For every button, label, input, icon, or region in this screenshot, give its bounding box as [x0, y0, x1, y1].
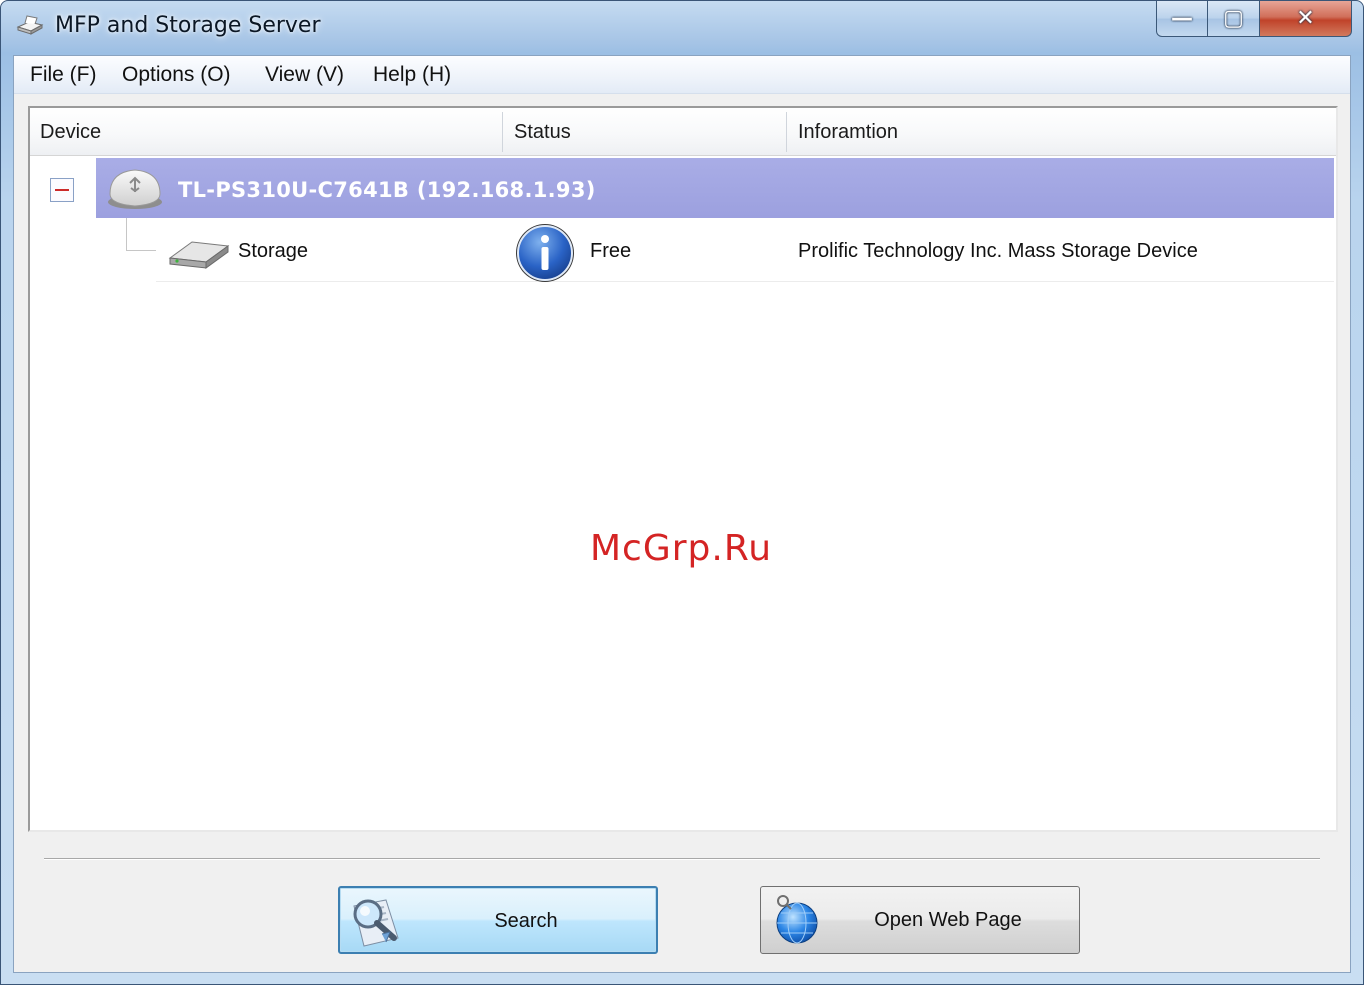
info-icon [516, 224, 574, 282]
storage-drive-icon [168, 241, 230, 269]
menu-options[interactable]: Options (O) [122, 63, 231, 87]
list-header: Device Status Inforamtion [30, 108, 1336, 156]
divider [44, 858, 1320, 860]
close-icon: ✕ [1296, 5, 1315, 31]
search-button[interactable]: Search [338, 886, 658, 954]
column-header-information[interactable]: Inforamtion [788, 108, 1334, 155]
tree-connector [126, 218, 127, 250]
globe-icon [776, 895, 818, 944]
open-web-page-label: Open Web Page [874, 909, 1022, 931]
close-button[interactable]: ✕ [1259, 1, 1352, 37]
search-magnifier-icon [353, 899, 399, 947]
column-header-status[interactable]: Status [504, 108, 788, 155]
menu-bar: File (F) Options (O) View (V) Help (H) [14, 56, 1350, 94]
menu-view[interactable]: View (V) [265, 63, 344, 87]
watermark-text: McGrp.Ru [590, 528, 773, 569]
caption-buttons: — ▢ ✕ [1156, 1, 1352, 39]
printer-server-icon [16, 15, 44, 35]
collapse-toggle[interactable] [50, 178, 74, 202]
title-bar[interactable]: MFP and Storage Server — ▢ ✕ [1, 1, 1363, 55]
menu-help[interactable]: Help (H) [373, 63, 451, 87]
status-text: Free [590, 240, 632, 262]
storage-device-label: Storage [238, 240, 309, 262]
open-web-page-button[interactable]: Open Web Page [760, 886, 1080, 954]
app-window: MFP and Storage Server — ▢ ✕ File (F) Op… [0, 0, 1364, 985]
device-name: TL-PS310U-C7641B (192.168.1.93) [178, 178, 596, 202]
minimize-icon: — [1171, 5, 1193, 31]
menu-file[interactable]: File (F) [30, 63, 97, 87]
minimize-button[interactable]: — [1156, 1, 1208, 37]
window-title: MFP and Storage Server [55, 13, 321, 38]
usb-server-icon [108, 169, 162, 209]
tree-connector [126, 250, 156, 251]
search-button-label: Search [494, 910, 558, 932]
maximize-button[interactable]: ▢ [1207, 1, 1260, 37]
device-list[interactable]: Device Status Inforamtion TL-PS310U-C764… [28, 106, 1338, 832]
information-text: Prolific Technology Inc. Mass Storage De… [798, 240, 1198, 262]
maximize-icon: ▢ [1223, 5, 1244, 31]
column-divider[interactable] [502, 112, 503, 152]
column-divider[interactable] [786, 112, 787, 152]
column-header-device[interactable]: Device [30, 108, 504, 155]
client-area: File (F) Options (O) View (V) Help (H) D… [13, 55, 1351, 973]
